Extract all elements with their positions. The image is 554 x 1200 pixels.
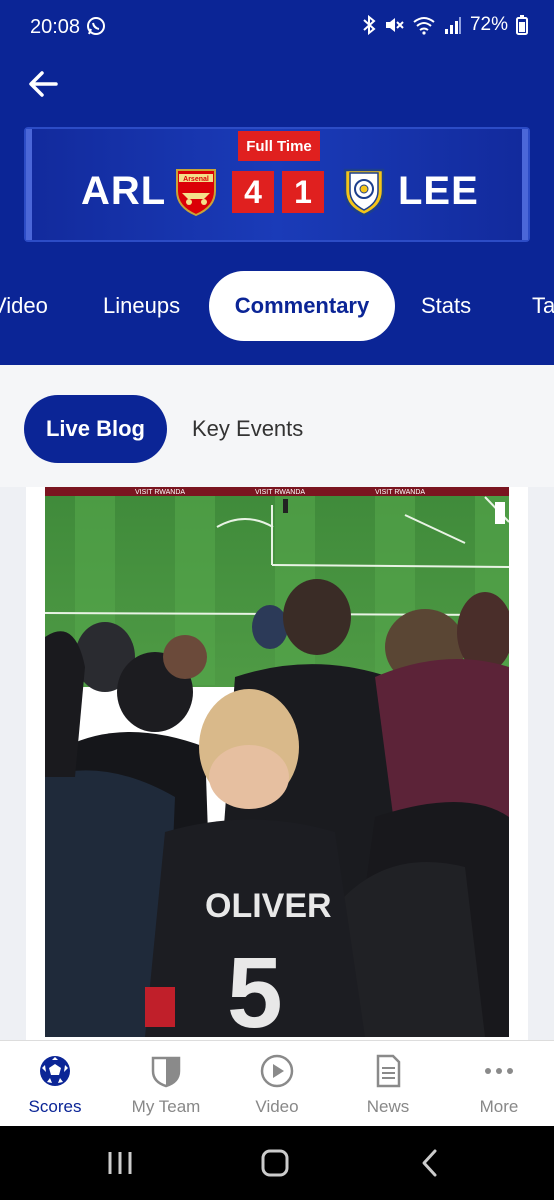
away-team-code: LEE <box>398 169 479 213</box>
nav-scores-label: Scores <box>28 1097 82 1116</box>
away-score: 1 <box>282 171 324 213</box>
nav-news-label: News <box>366 1097 410 1116</box>
live-blog-button[interactable]: Live Blog <box>24 395 167 463</box>
scoreboard-edge-right <box>522 129 528 240</box>
home-icon[interactable] <box>255 1146 295 1180</box>
tab-video[interactable]: Video <box>0 271 48 341</box>
mute-icon <box>385 18 404 32</box>
more-dots-icon <box>485 1068 513 1074</box>
tab-commentary[interactable]: Commentary <box>209 271 395 341</box>
key-events-button[interactable]: Key Events <box>192 395 303 463</box>
nav-my-team[interactable]: My Team <box>111 1041 221 1126</box>
whatsapp-icon <box>87 17 105 35</box>
match-tabs: Video Lineups Commentary Stats Ta <box>0 271 554 341</box>
scoreboard: Full Time ARL Arsenal 4 1 LEE <box>24 127 530 242</box>
status-bar: 20:08 72% <box>0 0 554 56</box>
nav-news[interactable]: News <box>333 1041 443 1126</box>
nav-more[interactable]: More <box>444 1041 554 1126</box>
battery-icon <box>516 15 528 35</box>
document-icon <box>376 1054 401 1088</box>
blog-post-card: VISIT RWANDA VISIT RWANDA VISIT RWANDA O… <box>26 487 528 1047</box>
system-back-icon[interactable] <box>410 1146 450 1180</box>
wifi-icon <box>413 17 435 35</box>
shield-icon <box>151 1056 181 1088</box>
app-screen: 20:08 72% Full Time ARL Arsenal 4 1 LEE … <box>0 0 554 1126</box>
nav-video-label: Video <box>255 1097 299 1116</box>
recent-apps-icon[interactable] <box>100 1146 140 1180</box>
shirt-name: OLIVER <box>205 887 332 925</box>
soccer-ball-icon <box>40 1056 70 1086</box>
nav-scores[interactable]: Scores <box>0 1041 110 1126</box>
nav-more-label: More <box>479 1097 519 1116</box>
home-score: 4 <box>232 171 274 213</box>
shirt-number: 5 <box>227 937 283 1037</box>
match-header: 20:08 72% Full Time ARL Arsenal 4 1 LEE … <box>0 0 554 365</box>
scoreboard-edge-left <box>26 129 32 240</box>
tab-stats[interactable]: Stats <box>421 271 471 341</box>
status-icons: 72% <box>362 14 528 36</box>
nav-video[interactable]: Video <box>222 1041 332 1126</box>
photo-banner-3: VISIT RWANDA <box>375 489 425 496</box>
signal-icon <box>444 17 461 34</box>
tab-lineups[interactable]: Lineups <box>103 271 180 341</box>
arsenal-crest-text: Arsenal <box>183 176 209 183</box>
nav-my-team-label: My Team <box>131 1097 201 1116</box>
status-time: 20:08 <box>30 16 81 38</box>
play-circle-icon <box>260 1054 294 1088</box>
bluetooth-icon <box>363 15 376 35</box>
photo-banner-2: VISIT RWANDA <box>255 489 305 496</box>
commentary-subtabs: Live Blog Key Events <box>0 365 554 487</box>
system-navigation-bar <box>0 1126 554 1200</box>
home-team-code: ARL <box>81 169 167 213</box>
photo-banner-1: VISIT RWANDA <box>135 489 185 496</box>
fan-photo: VISIT RWANDA VISIT RWANDA VISIT RWANDA O… <box>45 487 509 1037</box>
match-status-badge: Full Time <box>238 131 320 161</box>
bottom-navigation: Scores My Team Video News More <box>0 1040 554 1126</box>
battery-percent: 72% <box>469 14 508 35</box>
back-arrow-icon[interactable] <box>26 66 62 102</box>
arsenal-crest-icon: Arsenal <box>176 169 216 217</box>
tab-table[interactable]: Ta <box>532 271 554 341</box>
leeds-crest-icon <box>343 168 385 217</box>
